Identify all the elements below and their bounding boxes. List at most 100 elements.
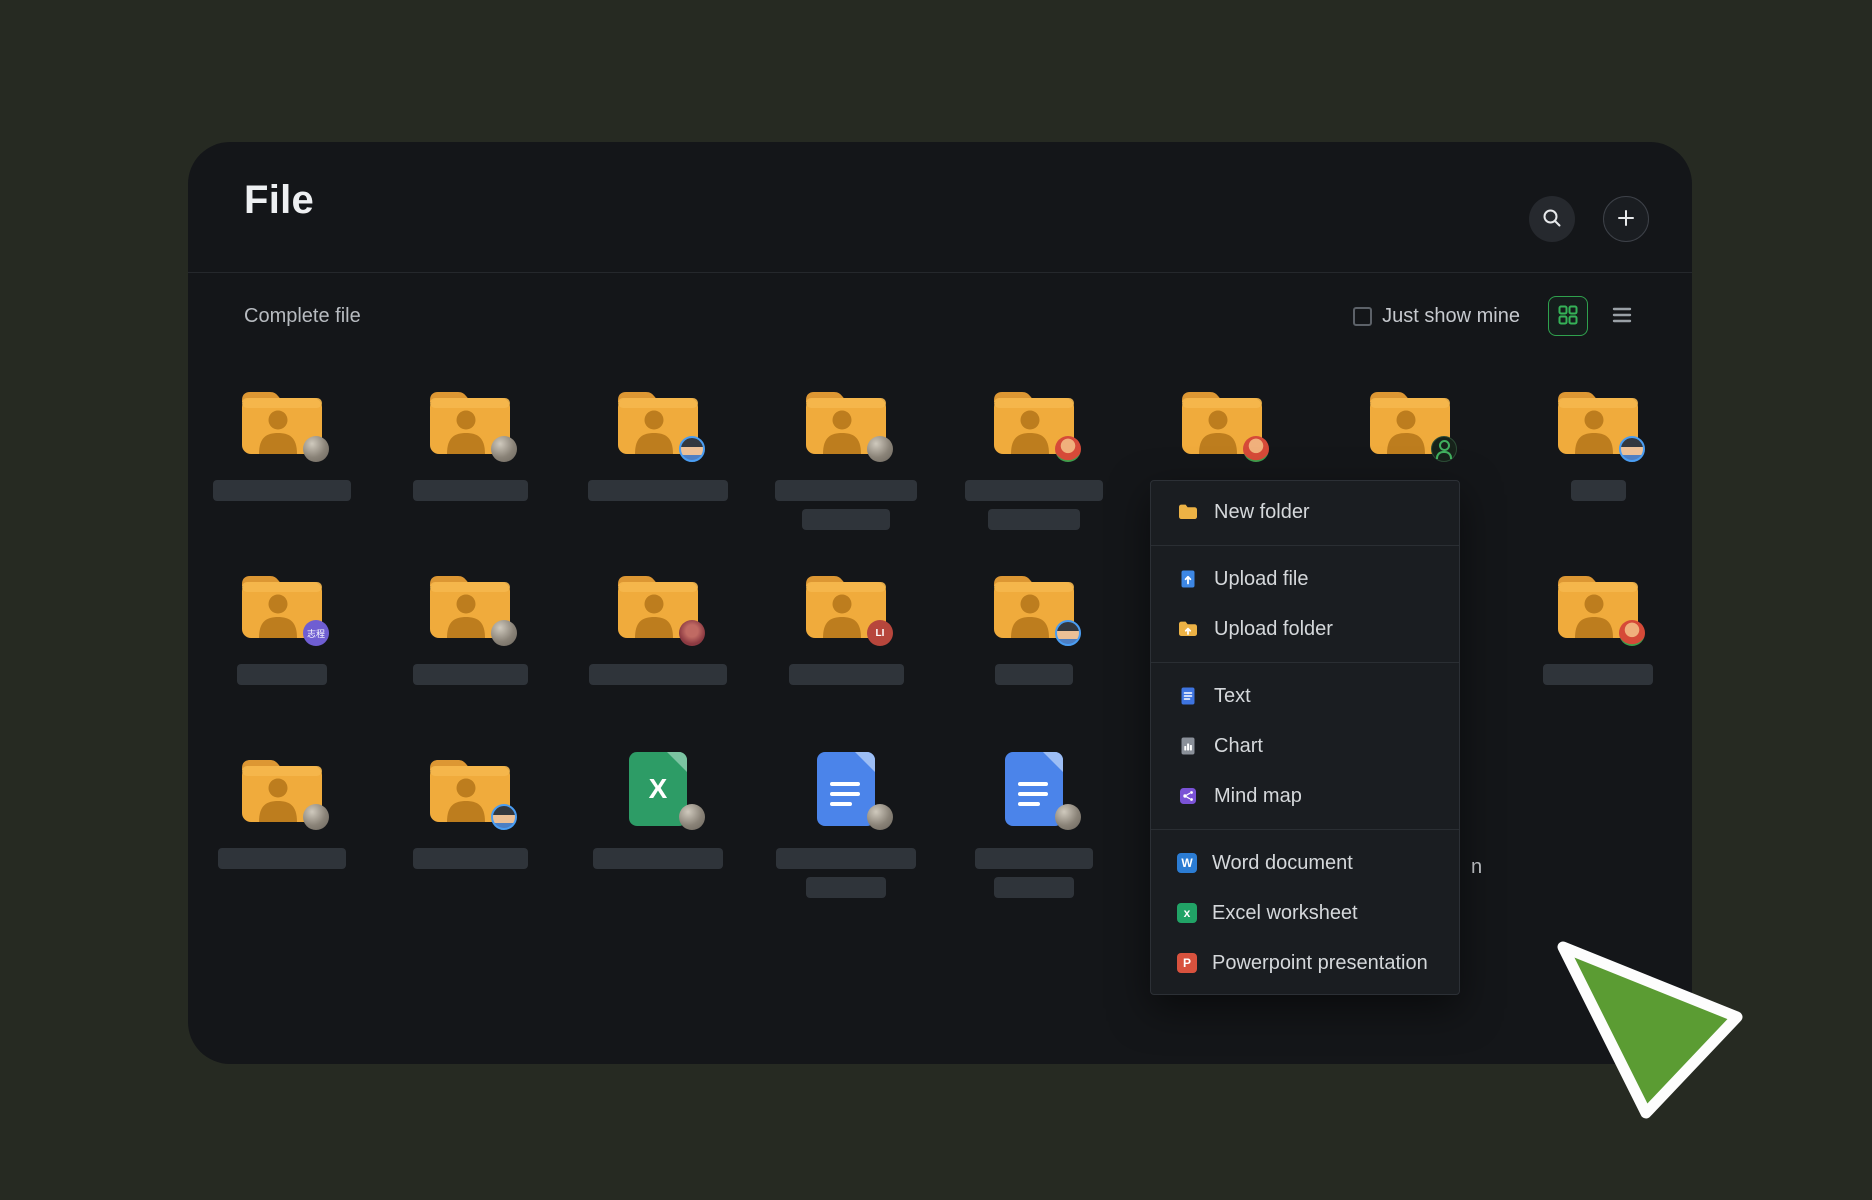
avatar-badge (1055, 804, 1081, 830)
filename-skeleton (593, 848, 723, 869)
avatar-badge: LI (867, 620, 893, 646)
checkbox-box[interactable] (1353, 307, 1372, 326)
file-item[interactable] (188, 368, 376, 552)
avatar-badge (867, 436, 893, 462)
avatar-badge (491, 620, 517, 646)
menu-item-chart[interactable]: Chart (1151, 721, 1459, 771)
file-grid: 志程 LI (188, 368, 1692, 920)
file-item[interactable] (752, 736, 940, 920)
filename-skeleton (218, 848, 346, 869)
folder-icon (990, 568, 1078, 642)
folder-icon (426, 752, 514, 826)
new-folder-icon (1177, 501, 1199, 523)
file-item[interactable] (940, 368, 1128, 552)
menu-separator (1151, 545, 1459, 546)
folder-icon (1366, 384, 1454, 458)
folder-icon: LI (802, 568, 890, 642)
menu-item-label: Text (1214, 685, 1251, 708)
menu-item-label: New folder (1214, 501, 1310, 524)
folder-icon (426, 384, 514, 458)
filename-skeleton (237, 664, 327, 685)
cursor-arrow (1545, 930, 1755, 1130)
avatar-badge (1055, 436, 1081, 462)
filename-skeleton (213, 480, 351, 501)
chart-file-icon (1177, 735, 1199, 757)
file-item[interactable]: X (564, 736, 752, 920)
menu-item-label: Excel worksheet (1212, 902, 1358, 925)
folder-icon (1178, 384, 1266, 458)
upload-file-icon (1177, 568, 1199, 590)
filename-skeleton (775, 480, 917, 501)
menu-item-excel-worksheet[interactable]: x Excel worksheet (1151, 888, 1459, 938)
file-item[interactable]: 志程 (188, 552, 376, 736)
menu-separator (1151, 829, 1459, 830)
filename-skeleton (589, 664, 727, 685)
filename-skeleton (789, 664, 904, 685)
add-button[interactable] (1603, 196, 1649, 242)
grid-view-button[interactable] (1548, 296, 1588, 336)
avatar-badge: 志程 (303, 620, 329, 646)
avatar-badge (679, 436, 705, 462)
filename-skeleton (995, 664, 1073, 685)
file-item[interactable] (1504, 368, 1692, 552)
avatar-badge (679, 804, 705, 830)
powerpoint-icon: P (1177, 953, 1197, 973)
menu-item-label: Upload folder (1214, 618, 1333, 641)
file-item[interactable] (188, 736, 376, 920)
avatar-badge (491, 436, 517, 462)
avatar-badge (1243, 436, 1269, 462)
filename-skeleton (988, 509, 1080, 530)
menu-item-new-folder[interactable]: New folder (1151, 487, 1459, 537)
folder-icon (426, 568, 514, 642)
file-item[interactable] (564, 552, 752, 736)
folder-icon (1554, 384, 1642, 458)
folder-icon (614, 384, 702, 458)
filename-skeleton (994, 877, 1074, 898)
avatar-badge (491, 804, 517, 830)
avatar-badge (679, 620, 705, 646)
menu-item-mind-map[interactable]: Mind map (1151, 771, 1459, 821)
menu-item-upload-file[interactable]: Upload file (1151, 554, 1459, 604)
page-fold (855, 752, 875, 772)
file-item[interactable] (1504, 552, 1692, 736)
filename-skeleton (806, 877, 886, 898)
mind-map-icon (1177, 785, 1199, 807)
filename-skeleton (413, 664, 528, 685)
avatar-badge (303, 804, 329, 830)
file-item[interactable] (376, 368, 564, 552)
document-file-icon (990, 752, 1078, 826)
page-fold (1043, 752, 1063, 772)
file-item[interactable] (564, 368, 752, 552)
avatar-badge (303, 436, 329, 462)
menu-item-label: Mind map (1214, 785, 1302, 808)
checkbox-label: Just show mine (1382, 305, 1520, 328)
list-view-button[interactable] (1602, 296, 1642, 336)
filename-skeleton (1571, 480, 1626, 501)
list-view-icon (1610, 303, 1634, 330)
menu-item-label: Chart (1214, 735, 1263, 758)
file-item[interactable] (376, 552, 564, 736)
menu-item-powerpoint-presentation[interactable]: P Powerpoint presentation (1151, 938, 1459, 988)
folder-icon (238, 752, 326, 826)
menu-item-upload-folder[interactable]: Upload folder (1151, 604, 1459, 654)
filename-skeleton (1543, 664, 1653, 685)
filename-skeleton (975, 848, 1093, 869)
just-show-mine-checkbox[interactable]: Just show mine (1353, 305, 1520, 328)
file-item[interactable] (940, 552, 1128, 736)
avatar-badge (1619, 620, 1645, 646)
folder-icon (1554, 568, 1642, 642)
filename-skeleton (588, 480, 728, 501)
file-item[interactable] (752, 368, 940, 552)
menu-item-word-document[interactable]: W Word document (1151, 838, 1459, 888)
avatar-badge (1055, 620, 1081, 646)
file-item[interactable]: LI (752, 552, 940, 736)
file-item[interactable] (376, 736, 564, 920)
folder-icon (990, 384, 1078, 458)
filename-skeleton (413, 848, 528, 869)
menu-item-text[interactable]: Text (1151, 671, 1459, 721)
plus-icon (1615, 207, 1637, 232)
menu-separator (1151, 662, 1459, 663)
search-button[interactable] (1529, 196, 1575, 242)
word-icon: W (1177, 853, 1197, 873)
file-item[interactable] (940, 736, 1128, 920)
